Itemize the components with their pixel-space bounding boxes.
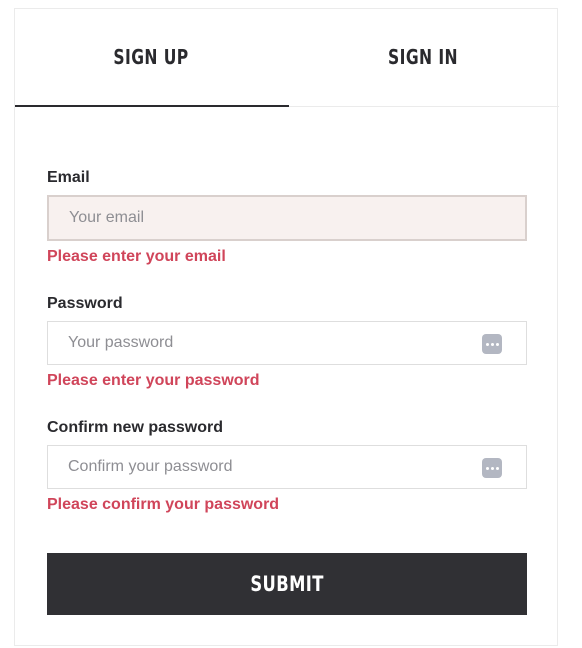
confirm-password-label: Confirm new password: [47, 419, 224, 436]
email-label: Email: [47, 169, 90, 186]
auth-tabs: SIGN UP SIGN IN: [15, 9, 559, 107]
email-error: Please enter your email: [47, 248, 226, 265]
password-dots-icon[interactable]: [482, 458, 502, 478]
email-field-wrapper: [47, 195, 527, 241]
confirm-password-field-wrapper: [47, 445, 527, 489]
password-dots-icon[interactable]: [482, 334, 502, 354]
active-tab-indicator: [15, 105, 289, 107]
confirm-password-error: Please confirm your password: [47, 496, 280, 513]
password-field[interactable]: [48, 322, 468, 364]
password-error: Please enter your password: [47, 372, 260, 389]
password-label: Password: [47, 295, 123, 312]
auth-card: SIGN UP SIGN IN Email Please enter your …: [14, 8, 559, 646]
password-field-wrapper: [47, 321, 527, 365]
submit-button[interactable]: SUBMIT: [47, 553, 527, 615]
email-field[interactable]: [49, 197, 469, 239]
confirm-password-field[interactable]: [48, 446, 468, 488]
submit-button-label: SUBMIT: [250, 572, 324, 596]
tab-sign-up[interactable]: SIGN UP: [45, 9, 257, 106]
tab-sign-in[interactable]: SIGN IN: [317, 9, 529, 106]
